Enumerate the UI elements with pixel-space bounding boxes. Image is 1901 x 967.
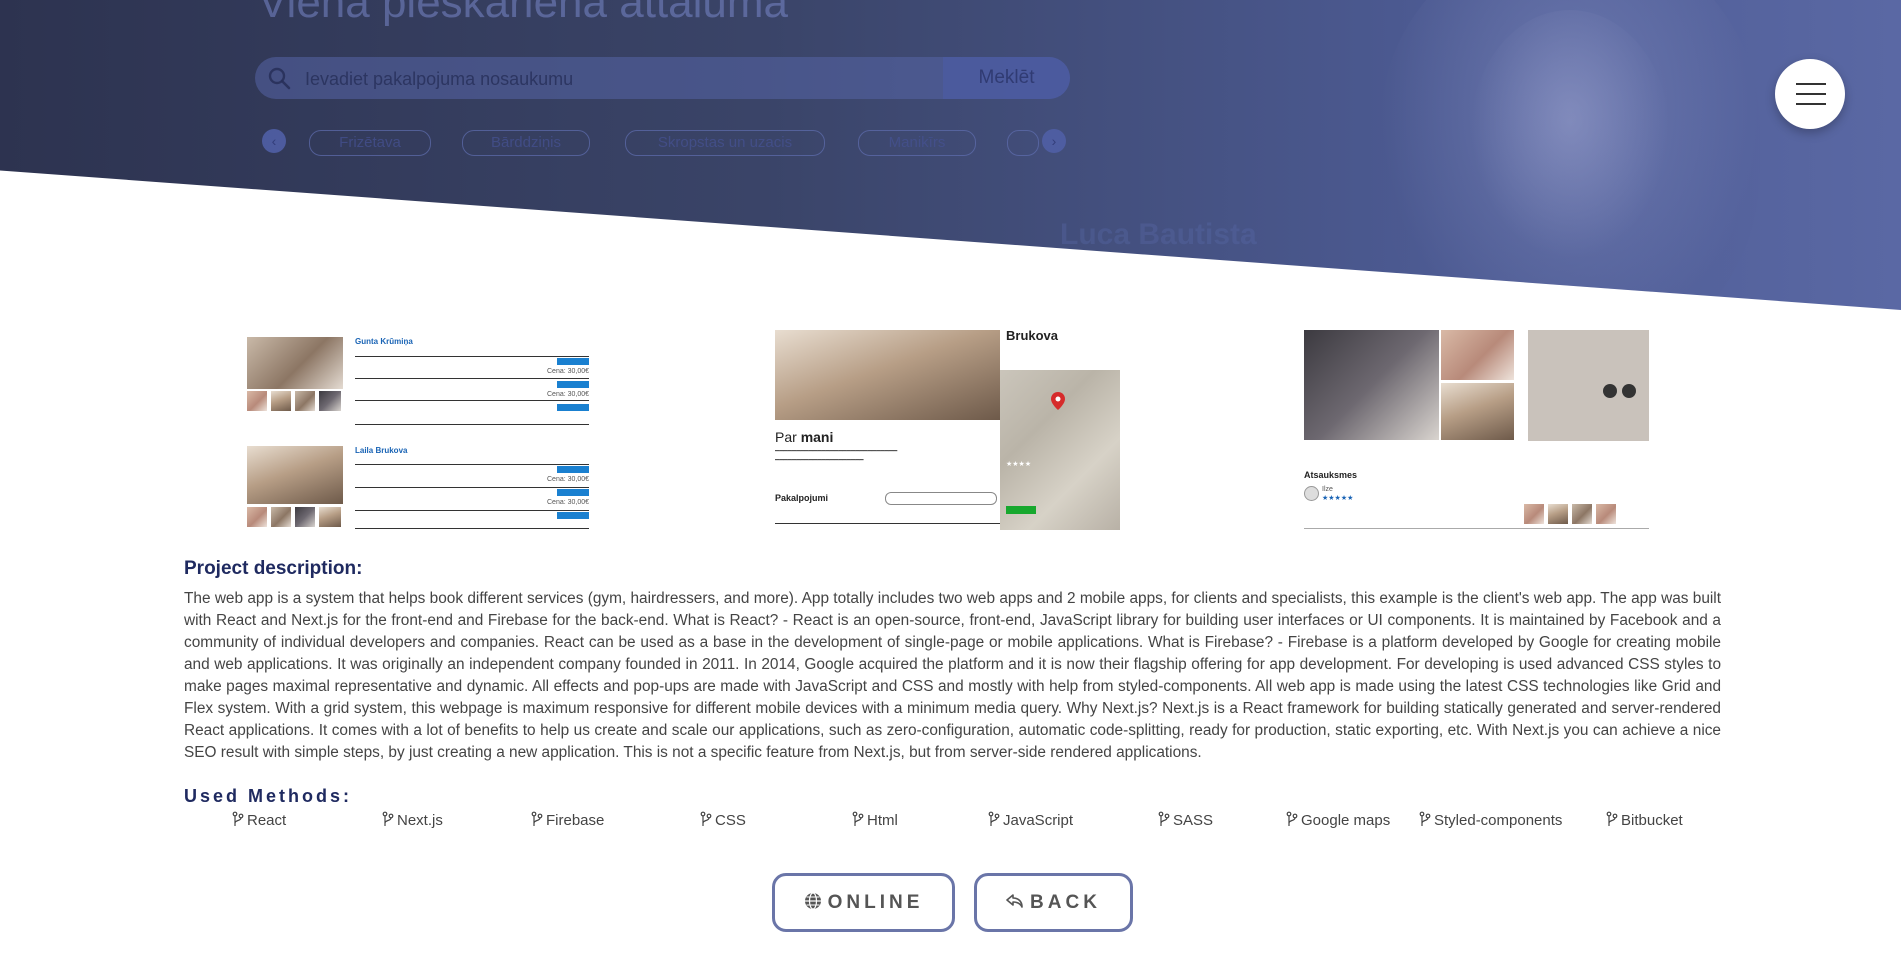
used-method-label: CSS: [715, 812, 746, 829]
git-branch-icon: [1606, 811, 1618, 826]
used-method-item: SASS: [1158, 811, 1213, 829]
category-chip-partial[interactable]: [1007, 130, 1039, 156]
category-chip[interactable]: Bārddziņis: [462, 130, 590, 156]
map-image: [1000, 344, 1120, 530]
git-branch-icon: [1419, 811, 1431, 826]
used-method-label: Google maps: [1301, 812, 1391, 829]
map-pin-icon: [1051, 392, 1065, 410]
category-next-arrow-icon[interactable]: ›: [1042, 129, 1066, 153]
gallery-photo: [1441, 330, 1514, 380]
search-icon: [268, 67, 291, 90]
used-method-item: Firebase: [531, 811, 604, 829]
project-description-text: The web app is a system that helps book …: [184, 590, 1721, 761]
specialist-name-2: Laila Brukova: [355, 446, 408, 455]
used-method-label: JavaScript: [1003, 812, 1074, 829]
about-title: Par mani: [775, 429, 834, 445]
project-screenshot-list[interactable]: Gunta Krūmiņa Cena: 30,00€ Cena: 30,00€ …: [247, 330, 592, 530]
category-row: ‹ Frizētava Bārddziņis Skropstas un uzac…: [262, 127, 1066, 157]
git-branch-icon: [1158, 811, 1170, 826]
search-button[interactable]: Meklēt: [943, 57, 1070, 99]
git-branch-icon: [531, 811, 543, 826]
project-screenshot-reviews[interactable]: Atsauksmes Ilze ★★★★★: [1304, 330, 1649, 530]
used-method-item: Google maps: [1286, 811, 1390, 829]
hero-portrait-image: [1380, 0, 1760, 310]
category-prev-arrow-icon[interactable]: ‹: [262, 129, 286, 153]
category-chip[interactable]: Manikīrs: [858, 130, 976, 156]
git-branch-icon: [852, 811, 864, 826]
git-branch-icon: [382, 811, 394, 826]
used-method-item: Styled-components: [1419, 811, 1562, 829]
hero-banner: Vienā pieskārienā attālumā Meklēt ‹ Friz…: [0, 0, 1901, 310]
project-screenshot-profile[interactable]: Brukova Par mani ━━━━━━━━━━━━━━━━━━━━━━━…: [775, 330, 1120, 530]
hamburger-menu-button[interactable]: [1775, 59, 1845, 129]
globe-icon: [804, 892, 821, 910]
git-branch-icon: [232, 811, 244, 826]
git-branch-icon: [1286, 811, 1298, 826]
back-button[interactable]: BACK: [974, 873, 1133, 932]
gallery-photo: [1304, 330, 1439, 440]
search-input[interactable]: [303, 57, 987, 99]
used-method-label: React: [247, 812, 287, 829]
salon-photo: [775, 330, 1000, 420]
facebook-icon: [1622, 384, 1636, 398]
used-method-item: Html: [852, 811, 898, 829]
hero-title: Vienā pieskārienā attālumā: [258, 0, 788, 27]
back-arrow-icon: [1006, 894, 1023, 908]
avatar: [1304, 486, 1319, 501]
gallery-photo: [1441, 383, 1514, 440]
salon-photo: [247, 446, 343, 504]
category-chip[interactable]: Skropstas un uzacis: [625, 130, 825, 156]
used-method-item: CSS: [700, 811, 746, 829]
reviews-title: Atsauksmes: [1304, 470, 1358, 480]
used-methods-title: Used Methods:: [184, 786, 353, 806]
salon-photo: [247, 337, 343, 389]
specialist-name: Luca Bautista: [1060, 218, 1257, 251]
used-method-label: Bitbucket: [1621, 812, 1683, 829]
profile-name: Brukova: [1006, 330, 1059, 343]
search-bar: Meklēt: [255, 57, 1070, 99]
online-button[interactable]: ONLINE: [772, 873, 955, 932]
used-method-label: SASS: [1173, 812, 1214, 829]
git-branch-icon: [988, 811, 1000, 826]
used-method-item: Bitbucket: [1606, 811, 1683, 829]
used-method-item: JavaScript: [988, 811, 1073, 829]
used-method-label: Styled-components: [1434, 812, 1563, 829]
used-method-label: Next.js: [397, 812, 443, 829]
services-title: Pakalpojumi: [775, 493, 829, 503]
git-branch-icon: [700, 811, 712, 826]
used-method-label: Html: [867, 812, 898, 829]
used-method-item: React: [232, 811, 286, 829]
category-chip[interactable]: Frizētava: [309, 130, 431, 156]
instagram-icon: [1603, 384, 1617, 398]
used-method-item: Next.js: [382, 811, 443, 829]
used-method-label: Firebase: [546, 812, 605, 829]
project-description-title: Project description:: [184, 558, 363, 579]
specialist-name-1: Gunta Krūmiņa: [355, 337, 413, 346]
